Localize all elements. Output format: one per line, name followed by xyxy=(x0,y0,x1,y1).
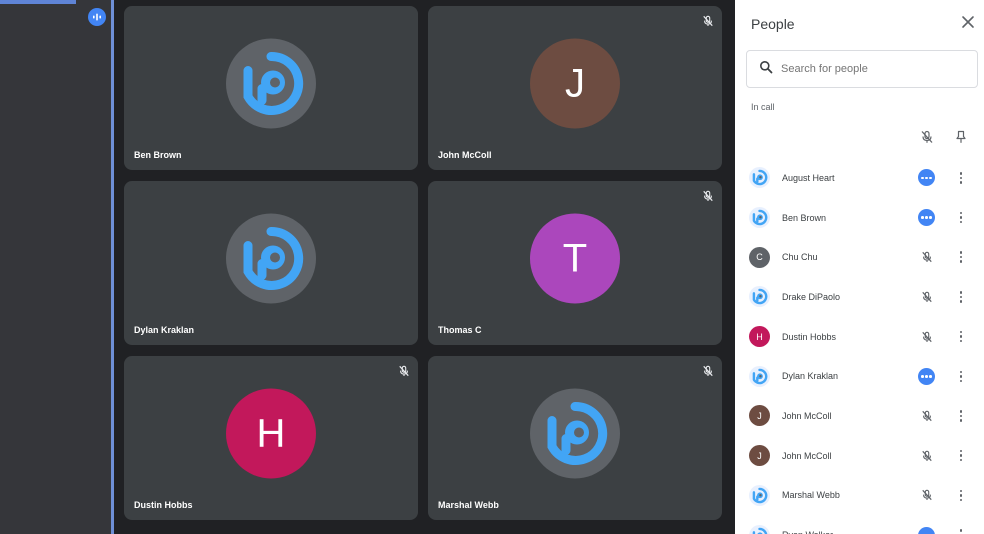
participant-name: John McColl xyxy=(782,410,832,421)
participant-name: Dustin Hobbs xyxy=(782,331,837,342)
people-panel: People In call August Heart Ben Brown C Chu… xyxy=(735,0,984,534)
mic-off-icon xyxy=(702,364,714,377)
letter-avatar: J xyxy=(530,38,620,129)
video-tile[interactable]: H Dustin Hobbs xyxy=(124,356,418,520)
participant-name: Dylan Kraklan xyxy=(782,371,839,382)
panel-title: People xyxy=(751,16,795,32)
in-call-label: In call xyxy=(751,102,775,112)
participant-row[interactable]: Ryan Walker xyxy=(735,515,984,534)
left-sidebar-strip xyxy=(0,0,114,534)
tile-name: Ben Brown xyxy=(134,150,182,160)
speaking-indicator-icon xyxy=(918,169,935,187)
strip-progress-bar xyxy=(0,0,76,4)
logo-avatar-icon xyxy=(749,167,770,189)
participant-row[interactable]: C Chu Chu xyxy=(735,237,984,277)
more-vert-icon[interactable] xyxy=(956,169,966,186)
participant-row[interactable]: Drake DiPaolo xyxy=(735,277,984,317)
logo-avatar-icon xyxy=(226,38,316,129)
logo-avatar-icon xyxy=(226,213,316,304)
speaking-indicator-icon xyxy=(918,526,935,534)
speaking-indicator-icon xyxy=(918,209,935,227)
logo-avatar-icon xyxy=(749,286,770,308)
participant-row[interactable]: Dylan Kraklan xyxy=(735,356,984,396)
more-vert-icon[interactable] xyxy=(956,487,966,504)
mic-off-icon[interactable] xyxy=(918,288,935,305)
more-vert-icon[interactable] xyxy=(956,527,966,534)
close-icon[interactable] xyxy=(960,14,976,30)
mic-off-icon[interactable] xyxy=(918,487,935,504)
mic-off-icon[interactable] xyxy=(918,447,935,464)
letter-avatar: J xyxy=(749,405,770,427)
participant-row[interactable]: Marshal Webb xyxy=(735,476,984,516)
tile-name: John McColl xyxy=(438,150,492,160)
mic-off-icon xyxy=(398,364,410,377)
participant-name: John McColl xyxy=(782,450,832,461)
letter-avatar: C xyxy=(749,246,770,268)
search-input[interactable] xyxy=(781,63,961,75)
tile-name: Dustin Hobbs xyxy=(134,500,193,510)
video-grid: Ben Brown J John McColl Dylan Kraklan T Thoma… xyxy=(114,0,735,534)
tile-name: Marshal Webb xyxy=(438,500,499,510)
video-tile[interactable]: T Thomas C xyxy=(428,181,722,345)
logo-avatar-icon xyxy=(530,388,620,479)
participant-list: August Heart Ben Brown C Chu Chu Drake DiPao… xyxy=(735,158,984,534)
mic-off-icon xyxy=(702,189,714,202)
mute-all-icon[interactable] xyxy=(920,130,934,144)
more-vert-icon[interactable] xyxy=(956,249,966,266)
participant-name: August Heart xyxy=(782,172,835,183)
participant-row[interactable]: Ben Brown xyxy=(735,198,984,238)
logo-avatar-icon xyxy=(749,207,770,229)
participant-name: Drake DiPaolo xyxy=(782,291,841,302)
more-vert-icon[interactable] xyxy=(956,328,966,345)
participant-name: Chu Chu xyxy=(782,252,818,263)
participant-row[interactable]: H Dustin Hobbs xyxy=(735,317,984,357)
mic-off-icon[interactable] xyxy=(918,249,935,266)
search-icon xyxy=(759,60,773,79)
mic-off-icon xyxy=(702,14,714,27)
logo-avatar-icon xyxy=(749,524,770,534)
video-tile[interactable]: Dylan Kraklan xyxy=(124,181,418,345)
letter-avatar: T xyxy=(530,213,620,304)
more-vert-icon[interactable] xyxy=(956,368,966,385)
more-vert-icon[interactable] xyxy=(956,209,966,226)
tile-name: Dylan Kraklan xyxy=(134,325,195,335)
pin-icon[interactable] xyxy=(954,130,968,144)
participant-name: Ryan Walker xyxy=(782,530,833,534)
search-field[interactable] xyxy=(746,50,978,88)
letter-avatar: J xyxy=(749,445,770,467)
more-vert-icon[interactable] xyxy=(956,447,966,464)
participant-row[interactable]: J John McColl xyxy=(735,436,984,476)
video-tile[interactable]: J John McColl xyxy=(428,6,722,170)
more-vert-icon[interactable] xyxy=(956,288,966,305)
participant-row[interactable]: August Heart xyxy=(735,158,984,198)
logo-avatar-icon xyxy=(749,365,770,387)
speaking-indicator-icon xyxy=(918,367,935,385)
mic-off-icon[interactable] xyxy=(918,328,935,345)
participant-name: Ben Brown xyxy=(782,212,827,223)
logo-avatar-icon xyxy=(749,484,770,506)
participant-name: Marshal Webb xyxy=(782,490,840,501)
more-vert-icon[interactable] xyxy=(956,407,966,424)
mic-off-icon[interactable] xyxy=(918,407,935,424)
letter-avatar: H xyxy=(226,388,316,479)
tile-name: Thomas C xyxy=(438,325,482,335)
letter-avatar: H xyxy=(749,326,770,348)
audio-bars-icon xyxy=(88,8,106,26)
video-tile[interactable]: Ben Brown xyxy=(124,6,418,170)
participant-row[interactable]: J John McColl xyxy=(735,396,984,436)
video-tile[interactable]: Marshal Webb xyxy=(428,356,722,520)
